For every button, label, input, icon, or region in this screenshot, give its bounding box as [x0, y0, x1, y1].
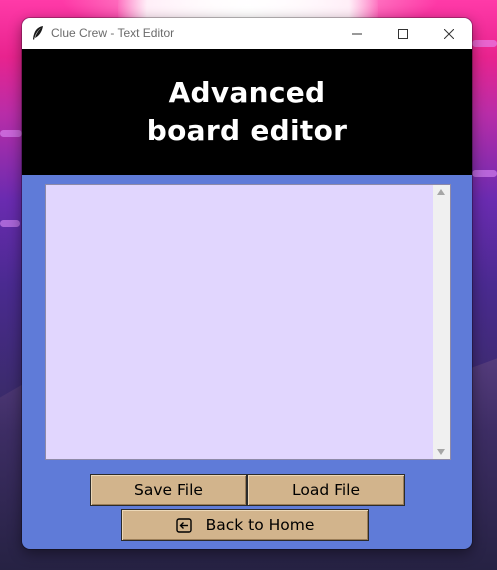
save-file-label: Save File [134, 481, 203, 499]
feather-icon [33, 26, 43, 40]
title-bar[interactable]: Clue Crew - Text Editor [22, 18, 472, 49]
page-header: Advanced board editor [22, 49, 472, 175]
editor-container [45, 184, 451, 460]
scroll-up-arrow-icon[interactable] [437, 189, 445, 195]
save-file-button[interactable]: Save File [90, 474, 247, 506]
back-to-home-button[interactable]: Back to Home [121, 509, 369, 541]
minimize-icon [352, 33, 362, 34]
wallpaper-streak [472, 40, 497, 47]
minimize-button[interactable] [334, 18, 380, 49]
back-arrow-icon [175, 517, 192, 533]
app-window: Clue Crew - Text Editor Advanced board e… [22, 18, 472, 549]
load-file-button[interactable]: Load File [247, 474, 405, 506]
load-file-label: Load File [291, 481, 361, 499]
wallpaper-streak [0, 130, 22, 137]
maximize-button[interactable] [380, 18, 426, 49]
wallpaper-streak [472, 170, 497, 177]
back-to-home-label: Back to Home [205, 516, 315, 534]
board-text-editor[interactable] [46, 185, 432, 459]
window-title: Clue Crew - Text Editor [51, 26, 175, 40]
wallpaper-streak [0, 220, 20, 227]
editor-scrollbar[interactable] [433, 185, 450, 459]
close-button[interactable] [426, 18, 472, 49]
scroll-down-arrow-icon[interactable] [437, 449, 445, 455]
close-icon [444, 28, 454, 39]
page-title: Advanced board editor [146, 76, 348, 147]
maximize-icon [398, 28, 408, 39]
